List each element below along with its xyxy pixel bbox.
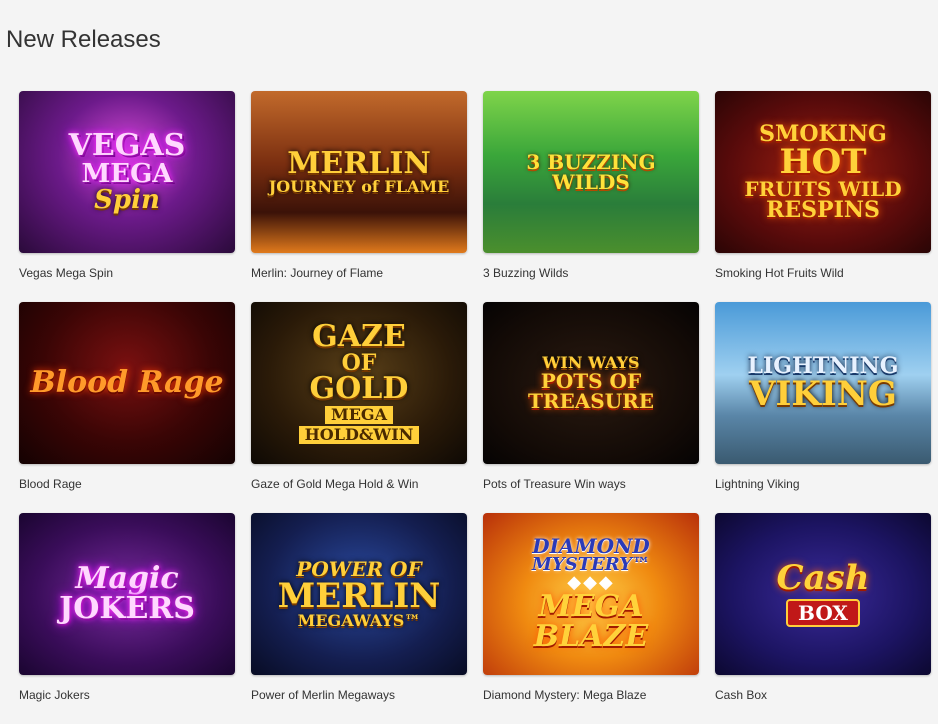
game-tile-smoking-hot-fruits-wild[interactable]: SMOKING HOT FRUITS WILD RESPINS Smoking …: [715, 91, 931, 302]
game-thumbnail[interactable]: DIAMOND MYSTERY™ ◆◆◆ MEGA BLAZE: [483, 513, 699, 675]
game-tile-vegas-mega-spin[interactable]: VEGAS MEGA Spin Vegas Mega Spin: [19, 91, 235, 302]
game-title[interactable]: Smoking Hot Fruits Wild: [715, 266, 931, 280]
game-tile-merlin-journey-of-flame[interactable]: MERLIN JOURNEY of FLAME Merlin: Journey …: [251, 91, 467, 302]
game-thumbnail[interactable]: WIN WAYS POTS OF TREASURE: [483, 302, 699, 464]
logo-text: Cash: [776, 558, 870, 598]
logo-text: BLAZE: [533, 619, 649, 654]
section-title: New Releases: [6, 26, 161, 53]
logo-text: MERLIN: [287, 146, 431, 181]
game-tile-gaze-of-gold[interactable]: GAZE OF GOLD MEGA HOLD&WIN Gaze of Gold …: [251, 302, 467, 513]
logo-text: MEGA: [81, 159, 173, 189]
game-tile-cash-box[interactable]: Cash BOX Cash Box: [715, 513, 931, 724]
game-title[interactable]: Blood Rage: [19, 477, 235, 491]
game-title[interactable]: Power of Merlin Megaways: [251, 688, 467, 702]
logo-text: TREASURE: [527, 389, 654, 413]
game-thumbnail[interactable]: SMOKING HOT FRUITS WILD RESPINS: [715, 91, 931, 253]
logo-text: HOLD&WIN: [298, 426, 420, 444]
logo-text: POTS OF: [540, 369, 642, 393]
game-title[interactable]: 3 Buzzing Wilds: [483, 266, 699, 280]
logo-text: VEGAS: [68, 128, 186, 163]
game-thumbnail[interactable]: POWER OF MERLIN MEGAWAYS™: [251, 513, 467, 675]
logo-text: MEGA: [325, 406, 393, 424]
game-thumbnail[interactable]: VEGAS MEGA Spin: [19, 91, 235, 253]
logo-text: HOT: [779, 142, 867, 182]
game-tile-3-buzzing-wilds[interactable]: 3 BUZZING WILDS 3 Buzzing Wilds: [483, 91, 699, 302]
game-title[interactable]: Vegas Mega Spin: [19, 266, 235, 280]
logo-text: MEGA: [538, 589, 644, 624]
game-title[interactable]: Pots of Treasure Win ways: [483, 477, 699, 491]
logo-text: VIKING: [749, 374, 897, 414]
game-tile-magic-jokers[interactable]: Magic JOKERS Magic Jokers: [19, 513, 235, 724]
logo-text: FRUITS WILD: [744, 177, 902, 201]
game-grid: VEGAS MEGA Spin Vegas Mega Spin MERLIN J…: [19, 91, 931, 724]
logo-text: Spin: [94, 185, 160, 215]
game-title[interactable]: Cash Box: [715, 688, 931, 702]
game-title[interactable]: Merlin: Journey of Flame: [251, 266, 467, 280]
game-tile-power-of-merlin-megaways[interactable]: POWER OF MERLIN MEGAWAYS™ Power of Merli…: [251, 513, 467, 724]
logo-text: RESPINS: [766, 197, 880, 223]
logo-text: DIAMOND: [532, 534, 650, 558]
game-tile-lightning-viking[interactable]: LIGHTNING VIKING Lightning Viking: [715, 302, 931, 513]
game-title[interactable]: Lightning Viking: [715, 477, 931, 491]
logo-text: MEGAWAYS™: [297, 611, 421, 630]
game-thumbnail[interactable]: GAZE OF GOLD MEGA HOLD&WIN: [251, 302, 467, 464]
game-thumbnail[interactable]: 3 BUZZING WILDS: [483, 91, 699, 253]
logo-text: Blood Rage: [30, 365, 224, 400]
logo-text: GOLD: [309, 371, 409, 406]
game-tile-pots-of-treasure[interactable]: WIN WAYS POTS OF TREASURE Pots of Treasu…: [483, 302, 699, 513]
logo-text: JOKERS: [59, 591, 195, 626]
game-thumbnail[interactable]: MERLIN JOURNEY of FLAME: [251, 91, 467, 253]
game-thumbnail[interactable]: Magic JOKERS: [19, 513, 235, 675]
logo-text: Magic: [75, 561, 179, 596]
game-thumbnail[interactable]: LIGHTNING VIKING: [715, 302, 931, 464]
game-title[interactable]: Magic Jokers: [19, 688, 235, 702]
game-thumbnail[interactable]: Blood Rage: [19, 302, 235, 464]
game-tile-blood-rage[interactable]: Blood Rage Blood Rage: [19, 302, 235, 513]
game-tile-diamond-mystery-mega-blaze[interactable]: DIAMOND MYSTERY™ ◆◆◆ MEGA BLAZE Diamond …: [483, 513, 699, 724]
logo-text: JOURNEY of FLAME: [268, 177, 450, 196]
logo-text: MERLIN: [277, 576, 441, 616]
logo-text: GAZE: [312, 319, 406, 354]
game-title[interactable]: Diamond Mystery: Mega Blaze: [483, 688, 699, 702]
logo-text: BOX: [786, 599, 860, 627]
logo-text: 3 BUZZING WILDS: [526, 150, 656, 194]
game-title[interactable]: Gaze of Gold Mega Hold & Win: [251, 477, 467, 491]
game-thumbnail[interactable]: Cash BOX: [715, 513, 931, 675]
